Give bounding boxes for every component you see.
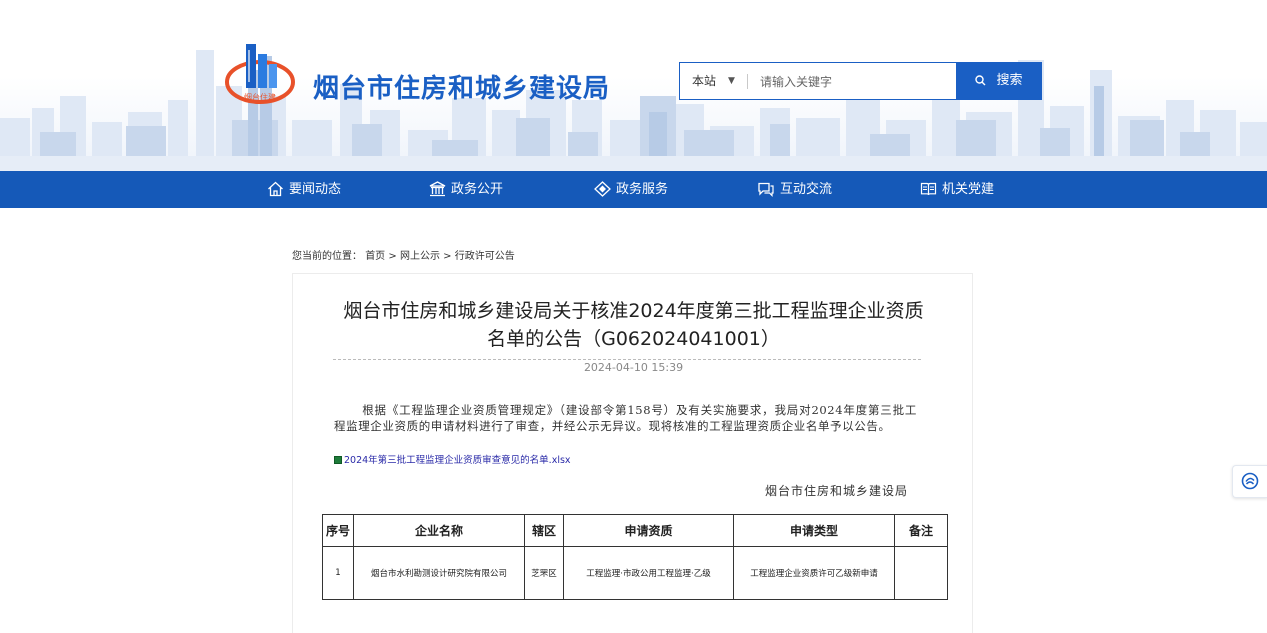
government-building-icon [429, 180, 446, 196]
table-cell-qualification: 工程监理·市政公用工程监理·乙级 [563, 546, 734, 600]
accessibility-icon [1241, 472, 1259, 490]
table-cell-company: 烟台市水利勘测设计研究院有限公司 [353, 546, 525, 600]
search-button-label: 搜索 [996, 73, 1023, 88]
table-row: 1 烟台市水利勘测设计研究院有限公司 芝罘区 工程监理·市政公用工程监理·乙级 … [322, 546, 948, 600]
search-bar: 本站 ▼ 搜索 [679, 62, 1042, 100]
caret-down-icon: ▼ [728, 76, 735, 86]
table-header-cell: 序号 [322, 514, 354, 547]
city-skyline-illustration [0, 50, 1267, 171]
article-title-line1: 烟台市住房和城乡建设局关于核准2024年度第三批工程监理企业资质 [343, 300, 924, 322]
signature: 烟台市住房和城乡建设局 [765, 484, 909, 498]
breadcrumb-separator: > [388, 251, 397, 262]
floating-widget-button[interactable] [1232, 465, 1267, 498]
nav-label: 要闻动态 [289, 182, 342, 197]
book-icon [920, 182, 937, 195]
nav-label: 互动交流 [780, 182, 833, 197]
table-cell-district: 芝罘区 [524, 546, 564, 600]
search-button[interactable]: 搜索 [956, 62, 1042, 100]
breadcrumb-admin-license[interactable]: 行政许可公告 [455, 251, 515, 262]
table-header-cell: 企业名称 [353, 514, 525, 547]
search-input[interactable] [758, 69, 952, 95]
article-title-line2: 名单的公告（G062024041001） [487, 328, 780, 350]
search-scope-label: 本站 [692, 74, 717, 88]
table-header-cell: 辖区 [524, 514, 564, 547]
nav-item-gov-affairs[interactable]: 政务公开 [429, 171, 503, 208]
attachment-filename: 2024年第三批工程监理企业资质审查意见的名单.xlsx [344, 455, 571, 466]
nav-item-news[interactable]: 要闻动态 [267, 171, 341, 208]
search-icon [975, 75, 986, 86]
table-header-row: 序号 企业名称 辖区 申请资质 申请类型 备注 [322, 514, 948, 547]
site-header: 烟台住建 烟台市住房和城乡建设局 本站 ▼ 搜索 [0, 0, 1267, 171]
article-body: 根据《工程监理企业资质管理规定》（建设部令第158号）及有关实施要求，我局对20… [334, 402, 917, 434]
title-divider [333, 359, 921, 360]
breadcrumb-prefix: 您当前的位置： [292, 251, 362, 262]
nav-item-gov-services[interactable]: 政务服务 [594, 171, 668, 208]
publish-date: 2024-04-10 15:39 [583, 361, 684, 374]
table-cell-type: 工程监理企业资质许可乙级新申请 [733, 546, 895, 600]
table-header-cell: 申请类型 [733, 514, 895, 547]
nav-label: 政务公开 [451, 182, 504, 197]
home-icon [268, 181, 283, 196]
search-separator [747, 74, 748, 89]
svg-text:烟台住建: 烟台住建 [244, 92, 276, 102]
nav-item-party-building[interactable]: 机关党建 [920, 171, 994, 208]
breadcrumb-online-publicity[interactable]: 网上公示 [400, 251, 440, 262]
attachment-link[interactable]: 2024年第三批工程监理企业资质审查意见的名单.xlsx [334, 452, 571, 466]
excel-file-icon [334, 456, 342, 464]
service-diamond-icon [594, 180, 611, 197]
article-body-text: 根据《工程监理企业资质管理规定》（建设部令第158号）及有关实施要求，我局对20… [334, 403, 917, 433]
table-cell-remark [894, 546, 948, 600]
main-nav: 要闻动态 政务公开 政务服务 互动交流 机关党建 [0, 171, 1267, 208]
breadcrumb-separator: > [443, 251, 452, 262]
nav-label: 机关党建 [942, 182, 995, 197]
table-cell-index: 1 [322, 546, 354, 600]
logo-emblem-icon: 烟台住建 [225, 44, 295, 104]
chat-bubble-icon [758, 182, 774, 197]
search-scope-select[interactable]: 本站 ▼ [680, 63, 756, 99]
table-header-cell: 申请资质 [563, 514, 734, 547]
site-title[interactable]: 烟台市住房和城乡建设局 [313, 68, 610, 105]
article-title: 烟台市住房和城乡建设局关于核准2024年度第三批工程监理企业资质 名单的公告（G… [293, 297, 974, 353]
qualification-table: 序号 企业名称 辖区 申请资质 申请类型 备注 1 烟台市水利勘测设计研究院有限… [322, 514, 948, 600]
breadcrumb: 您当前的位置： 首页 > 网上公示 > 行政许可公告 [292, 247, 515, 262]
table-header-cell: 备注 [894, 514, 948, 547]
site-logo[interactable]: 烟台住建 [224, 40, 296, 106]
nav-label: 政务服务 [616, 182, 669, 197]
breadcrumb-home[interactable]: 首页 [365, 251, 385, 262]
nav-item-interaction[interactable]: 互动交流 [757, 171, 832, 208]
